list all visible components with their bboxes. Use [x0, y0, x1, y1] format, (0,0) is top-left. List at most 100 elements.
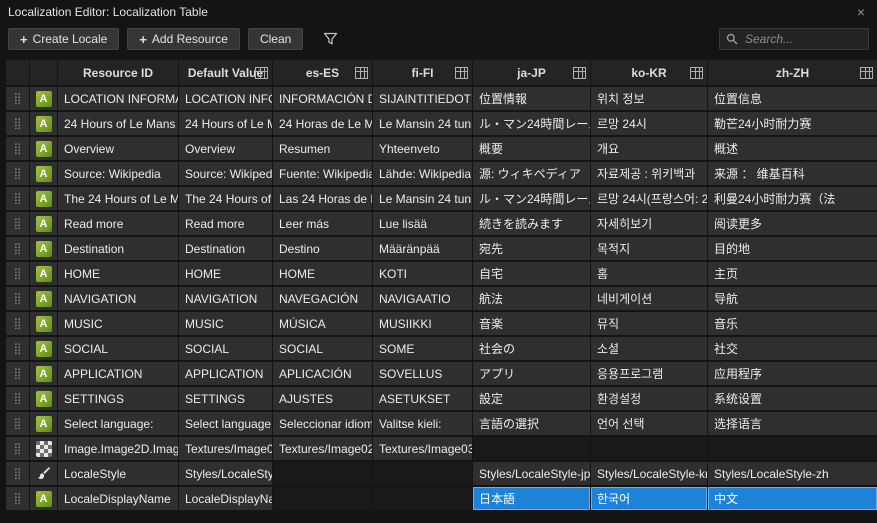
row-drag-handle[interactable]	[6, 312, 29, 335]
cell-ko-KR[interactable]: 네비게이션	[591, 287, 707, 310]
cell-ko-KR[interactable]: Styles/LocaleStyle-kr	[591, 462, 707, 485]
cell-ko-KR[interactable]: 소셜	[591, 337, 707, 360]
cell-ja-JP[interactable]: ル・マン24時間レース	[473, 112, 590, 135]
cell-es-ES[interactable]: 24 Horas de Le Mans	[273, 112, 372, 135]
clean-button[interactable]: Clean	[247, 28, 304, 50]
cell-resource-id[interactable]: Destination	[58, 237, 178, 260]
cell-ko-KR[interactable]: 환경설정	[591, 387, 707, 410]
cell-es-ES[interactable]	[273, 462, 372, 485]
cell-ja-JP[interactable]: Styles/LocaleStyle-jp	[473, 462, 590, 485]
cell-ko-KR[interactable]	[591, 437, 707, 460]
cell-default-value[interactable]: 24 Hours of Le Mans	[179, 112, 272, 135]
add-resource-button[interactable]: Add Resource	[127, 28, 240, 50]
cell-resource-id[interactable]: Source: Wikipedia	[58, 162, 178, 185]
cell-ko-KR[interactable]: 뮤직	[591, 312, 707, 335]
cell-ko-KR[interactable]: 홈	[591, 262, 707, 285]
row-drag-handle[interactable]	[6, 187, 29, 210]
row-drag-handle[interactable]	[6, 287, 29, 310]
cell-resource-id[interactable]: Select language:	[58, 412, 178, 435]
cell-zh-ZH[interactable]: 系统设置	[708, 387, 877, 410]
row-drag-handle[interactable]	[6, 487, 29, 510]
cell-resource-id[interactable]: LOCATION INFORMATION	[58, 87, 178, 110]
cell-zh-ZH[interactable]: 阅读更多	[708, 212, 877, 235]
row-drag-handle[interactable]	[6, 337, 29, 360]
row-drag-handle[interactable]	[6, 362, 29, 385]
cell-es-ES[interactable]: Textures/Image02	[273, 437, 372, 460]
cell-resource-id[interactable]: HOME	[58, 262, 178, 285]
cell-default-value[interactable]: Styles/LocaleStyle	[179, 462, 272, 485]
cell-default-value[interactable]: Destination	[179, 237, 272, 260]
cell-zh-ZH[interactable]: Styles/LocaleStyle-zh	[708, 462, 877, 485]
row-drag-handle[interactable]	[6, 462, 29, 485]
cell-zh-ZH[interactable]: 选择语言	[708, 412, 877, 435]
cell-default-value[interactable]: LocaleDisplayName	[179, 487, 272, 510]
cell-zh-ZH[interactable]: 主页	[708, 262, 877, 285]
cell-fi-FI[interactable]: Määränpää	[373, 237, 472, 260]
cell-ja-JP[interactable]: 航法	[473, 287, 590, 310]
cell-resource-id[interactable]: Read more	[58, 212, 178, 235]
cell-default-value[interactable]: Select language:	[179, 412, 272, 435]
row-drag-handle[interactable]	[6, 262, 29, 285]
column-header-es-ES[interactable]: es-ES	[273, 60, 372, 85]
cell-ja-JP[interactable]: 宛先	[473, 237, 590, 260]
column-header-fi-FI[interactable]: fi-FI	[373, 60, 472, 85]
row-drag-handle[interactable]	[6, 437, 29, 460]
cell-ja-JP[interactable]: 概要	[473, 137, 590, 160]
column-header-ko-KR[interactable]: ko-KR	[591, 60, 707, 85]
cell-ko-KR[interactable]: 자세히보기	[591, 212, 707, 235]
cell-zh-ZH[interactable]	[708, 437, 877, 460]
cell-resource-id[interactable]: Overview	[58, 137, 178, 160]
cell-ko-KR[interactable]: 언어 선택	[591, 412, 707, 435]
column-header-resource-id[interactable]: Resource ID	[58, 60, 178, 85]
cell-resource-id[interactable]: The 24 Hours of Le Mans	[58, 187, 178, 210]
cell-resource-id[interactable]: MUSIC	[58, 312, 178, 335]
cell-fi-FI[interactable]: SOVELLUS	[373, 362, 472, 385]
cell-ko-KR[interactable]: 목적지	[591, 237, 707, 260]
cell-ja-JP[interactable]: 社会の	[473, 337, 590, 360]
cell-zh-ZH[interactable]: 概述	[708, 137, 877, 160]
cell-resource-id[interactable]: SOCIAL	[58, 337, 178, 360]
row-drag-handle[interactable]	[6, 112, 29, 135]
cell-ja-JP[interactable]: 続きを読みます	[473, 212, 590, 235]
cell-ko-KR[interactable]: 르망 24시	[591, 112, 707, 135]
cell-fi-FI[interactable]	[373, 462, 472, 485]
cell-default-value[interactable]: SETTINGS	[179, 387, 272, 410]
cell-ja-JP[interactable]: 位置情報	[473, 87, 590, 110]
cell-fi-FI[interactable]: Textures/Image03	[373, 437, 472, 460]
cell-zh-ZH[interactable]: 应用程序	[708, 362, 877, 385]
cell-ko-KR[interactable]: 르망 24시(프랑스어: 2	[591, 187, 707, 210]
cell-ko-KR[interactable]: 자료제공 : 위키백과	[591, 162, 707, 185]
cell-es-ES[interactable]	[273, 487, 372, 510]
column-header-zh-ZH[interactable]: zh-ZH	[708, 60, 877, 85]
cell-ja-JP[interactable]: 源: ウィキペディア	[473, 162, 590, 185]
cell-es-ES[interactable]: Destino	[273, 237, 372, 260]
cell-zh-ZH[interactable]: 社交	[708, 337, 877, 360]
cell-ja-JP[interactable]: 日本語	[473, 487, 590, 510]
search-input[interactable]	[743, 31, 862, 47]
cell-ja-JP[interactable]: 音楽	[473, 312, 590, 335]
cell-fi-FI[interactable]: SIJAINTITIEDOT	[373, 87, 472, 110]
cell-default-value[interactable]: MUSIC	[179, 312, 272, 335]
cell-resource-id[interactable]: LocaleStyle	[58, 462, 178, 485]
cell-es-ES[interactable]: Las 24 Horas de Le Mans	[273, 187, 372, 210]
cell-ko-KR[interactable]: 응용프로그램	[591, 362, 707, 385]
cell-default-value[interactable]: LOCATION INFORMATION	[179, 87, 272, 110]
cell-default-value[interactable]: Source: Wikipedia	[179, 162, 272, 185]
cell-es-ES[interactable]: Leer más	[273, 212, 372, 235]
cell-default-value[interactable]: NAVIGATION	[179, 287, 272, 310]
cell-default-value[interactable]: Overview	[179, 137, 272, 160]
cell-es-ES[interactable]: Fuente: Wikipedia	[273, 162, 372, 185]
cell-zh-ZH[interactable]: 目的地	[708, 237, 877, 260]
row-drag-handle[interactable]	[6, 137, 29, 160]
cell-ko-KR[interactable]: 개요	[591, 137, 707, 160]
cell-fi-FI[interactable]: SOME	[373, 337, 472, 360]
cell-fi-FI[interactable]: Yhteenveto	[373, 137, 472, 160]
cell-resource-id[interactable]: LocaleDisplayName	[58, 487, 178, 510]
cell-resource-id[interactable]: APPLICATION	[58, 362, 178, 385]
cell-default-value[interactable]: Textures/Image01	[179, 437, 272, 460]
cell-zh-ZH[interactable]: 来源 ： 维基百科	[708, 162, 877, 185]
cell-ko-KR[interactable]: 위치 정보	[591, 87, 707, 110]
cell-zh-ZH[interactable]: 中文	[708, 487, 877, 510]
row-drag-handle[interactable]	[6, 212, 29, 235]
cell-ja-JP[interactable]: アプリ	[473, 362, 590, 385]
